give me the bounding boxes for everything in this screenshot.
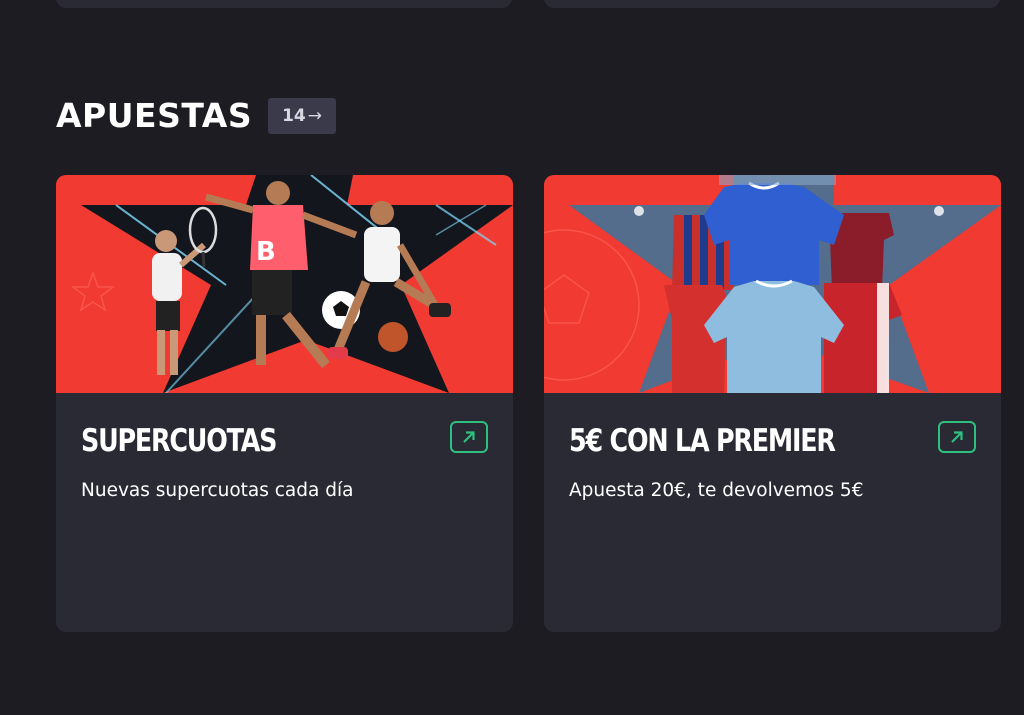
open-promo-button[interactable] [450,421,488,453]
see-all-button[interactable]: 14 → [268,97,337,134]
promo-title: 5€ CON LA PREMIER [569,423,836,459]
open-promo-button[interactable] [938,421,976,453]
arrow-right-icon: → [307,105,323,126]
promo-count: 14 [282,105,306,126]
promo-description: Apuesta 20€, te devolvemos 5€ [569,480,864,501]
premier-banner-image [544,175,1001,393]
section-title: APUESTAS [56,96,253,135]
promo-card-premier[interactable]: 5€ CON LA PREMIER Apuesta 20€, te devolv… [544,175,1001,632]
promo-description: Nuevas supercuotas cada día [81,480,354,501]
brand-badge-letter: B [256,237,276,267]
previous-promo-card[interactable] [56,0,512,8]
page: APUESTAS 14 → B SUPERCUOTAS Nuevas super… [0,0,1024,715]
external-link-icon [951,431,963,443]
promo-card-supercuotas[interactable]: B SUPERCUOTAS Nuevas supercuotas cada dí… [56,175,513,632]
promo-title: SUPERCUOTAS [81,423,277,459]
section-header: APUESTAS 14 → [56,96,337,135]
supercuotas-banner-image: B [56,175,513,393]
external-link-icon [463,431,475,443]
previous-promo-card[interactable] [544,0,1000,8]
